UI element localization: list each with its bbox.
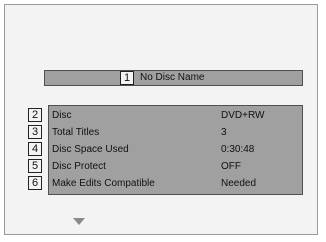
row-label: Disc Space Used: [52, 144, 129, 155]
row-make-edits-compatible[interactable]: 6 Make Edits Compatible Needed: [28, 176, 302, 191]
row-value: OFF: [221, 161, 241, 172]
row-disc-space-used[interactable]: 4 Disc Space Used 0:30:48: [28, 142, 302, 157]
row-label: Disc: [52, 110, 72, 121]
callout-number-6: 6: [28, 176, 42, 190]
row-value: 0:30:48: [221, 144, 255, 155]
row-label: Disc Protect: [52, 161, 106, 172]
row-disc-protect[interactable]: 5 Disc Protect OFF: [28, 159, 302, 174]
disc-name: No Disc Name: [140, 72, 205, 83]
row-value: Needed: [221, 178, 257, 189]
row-value: DVD+RW: [221, 110, 265, 121]
callout-number-2: 2: [28, 108, 42, 122]
disc-name-bar[interactable]: 1 No Disc Name: [44, 70, 303, 86]
disc-info-screen: 1 No Disc Name 2 Disc DVD+RW 3 Total Tit…: [4, 4, 318, 235]
callout-number-4: 4: [28, 142, 42, 156]
row-label: Total Titles: [52, 127, 100, 138]
down-arrow-icon[interactable]: [73, 218, 85, 225]
callout-number-5: 5: [28, 159, 42, 173]
disc-info-panel: 2 Disc DVD+RW 3 Total Titles 3 4 Disc Sp…: [28, 105, 303, 195]
row-total-titles[interactable]: 3 Total Titles 3: [28, 125, 302, 140]
callout-number-1: 1: [120, 71, 134, 85]
row-disc[interactable]: 2 Disc DVD+RW: [28, 108, 302, 123]
callout-number-3: 3: [28, 125, 42, 139]
row-value: 3: [221, 127, 227, 138]
row-label: Make Edits Compatible: [52, 178, 155, 189]
